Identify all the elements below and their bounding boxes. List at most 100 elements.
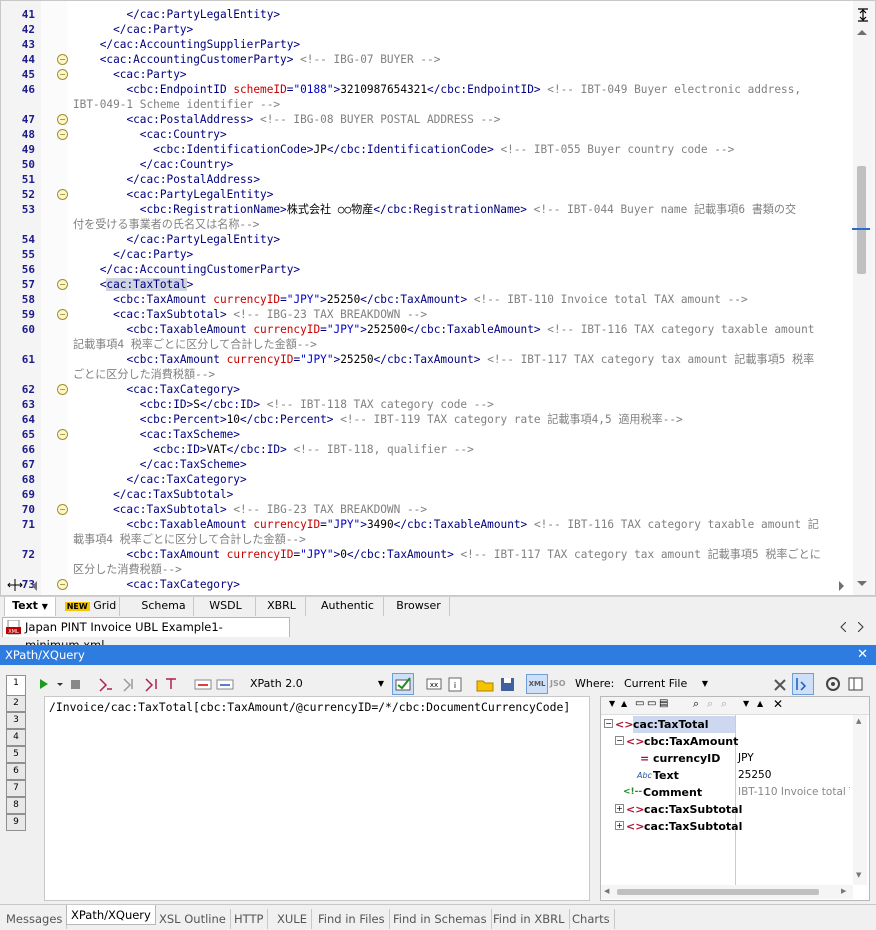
sort-up-icon[interactable]: ▲	[757, 699, 763, 708]
code-line[interactable]: <cbc:IdentificationCode>JP</cbc:Identifi…	[73, 142, 848, 157]
tab-find-in-schemas[interactable]: Find in Schemas	[389, 909, 492, 929]
tab-scroll-right-icon[interactable]	[858, 622, 864, 632]
query-tab-3[interactable]: 3	[6, 712, 26, 729]
expand-box-icon[interactable]: +	[615, 804, 624, 813]
step-over-icon[interactable]	[144, 675, 160, 693]
result-row-taxsubtotal[interactable]: + <> cac:TaxSubtotal	[601, 818, 861, 835]
scroll-down-icon[interactable]	[857, 581, 867, 587]
code-line[interactable]: </cac:PartyLegalEntity>	[73, 232, 848, 247]
open-folder-icon[interactable]	[476, 675, 494, 693]
code-line[interactable]: <cac:Country>	[73, 127, 848, 142]
text-mode-icon[interactable]: xx	[426, 675, 442, 693]
result-row-taxtotal[interactable]: − <> cac:TaxTotal	[601, 716, 861, 733]
document-tab[interactable]: XML Japan PINT Invoice UBL Example1-mini…	[2, 617, 290, 652]
clear-results-icon[interactable]: ✕	[773, 697, 783, 711]
results-vertical-scrollbar[interactable]: ▲ ▼	[853, 715, 867, 885]
xml-text-editor[interactable]: 41 </cac:PartyLegalEntity> 42 </cac:Party…	[0, 0, 876, 596]
json-output-toggle[interactable]: JSO	[550, 675, 572, 693]
code-line[interactable]: <cac:Party>	[73, 67, 848, 82]
code-line[interactable]: <cbc:ID>VAT</cbc:ID> <!-- IBT-118, quali…	[73, 442, 848, 457]
query-tab-4[interactable]: 4	[6, 729, 26, 746]
scroll-up-icon[interactable]	[857, 29, 867, 35]
scroll-left-icon[interactable]: ◀	[604, 887, 609, 895]
tab-http[interactable]: HTTP	[230, 909, 269, 929]
query-tab-5[interactable]: 5	[6, 746, 26, 763]
tab-messages[interactable]: Messages	[2, 909, 68, 929]
query-tab-8[interactable]: 8	[6, 797, 26, 814]
layout-icon[interactable]	[848, 675, 864, 693]
debug-xpath-icon[interactable]	[98, 675, 114, 693]
code-line[interactable]: <cbc:EndpointID schemeID="0188">32109876…	[73, 82, 848, 97]
sort-down-icon[interactable]: ▼	[743, 699, 749, 708]
scrollbar-thumb[interactable]	[617, 889, 819, 895]
xml-output-toggle[interactable]: XML	[526, 674, 548, 694]
split-handle-icon[interactable]	[857, 7, 869, 23]
fold-toggle-icon[interactable]: −	[57, 504, 68, 515]
fold-toggle-icon[interactable]: −	[57, 429, 68, 440]
tab-xsl-outline[interactable]: XSL Outline	[155, 909, 231, 929]
tab-charts[interactable]: Charts	[568, 909, 615, 929]
tab-scroll-left-icon[interactable]	[840, 622, 846, 632]
result-row-attribute[interactable]: = currencyID JPY	[601, 750, 861, 767]
code-line[interactable]: </cac:Party>	[73, 22, 848, 37]
step-into-icon[interactable]	[122, 675, 138, 693]
settings-gear-icon[interactable]	[824, 675, 842, 693]
code-line[interactable]: 区分した消費税額-->	[73, 562, 848, 577]
result-row-text[interactable]: Abc Text 25250	[601, 767, 861, 784]
results-pane[interactable]: ▼ ▲ ▭ ▭ ▤ ⌕ ⌕ ⌕ ▼ ▲ ✕ − <> cac:TaxTotal …	[600, 696, 870, 901]
query-tab-1[interactable]: 1	[6, 675, 26, 695]
chevron-down-icon[interactable]: ▼	[42, 602, 48, 611]
tab-grid-view[interactable]: NEW Grid	[62, 597, 120, 616]
code-line[interactable]: <cac:TaxTotal>	[73, 277, 848, 292]
copy-all-icon[interactable]: ▭	[647, 698, 656, 709]
code-line[interactable]: <cbc:TaxAmount currencyID="JPY">25250</c…	[73, 352, 848, 367]
tools-icon[interactable]	[772, 675, 790, 693]
tab-find-in-files[interactable]: Find in Files	[314, 909, 390, 929]
fold-toggle-icon[interactable]: −	[57, 69, 68, 80]
fold-toggle-icon[interactable]: −	[57, 579, 68, 590]
validate-toggle[interactable]	[392, 673, 414, 695]
collapse-box-icon[interactable]: −	[615, 736, 624, 745]
code-line[interactable]: </cac:AccountingCustomerParty>	[73, 262, 848, 277]
query-tab-9[interactable]: 9	[6, 814, 26, 831]
paste-icon[interactable]: ▤	[659, 698, 668, 709]
xpath-expression-input[interactable]: /Invoice/cac:TaxTotal[cbc:TaxAmount/@cur…	[44, 696, 590, 901]
collapse-all-icon[interactable]: ▼	[609, 699, 615, 708]
scrollbar-thumb[interactable]	[857, 166, 866, 274]
code-line[interactable]: <cac:TaxSubtotal> <!-- IBG-23 TAX BREAKD…	[73, 502, 848, 517]
tab-text-view[interactable]: Text ▼	[4, 597, 56, 616]
query-tab-2[interactable]: 2	[6, 695, 26, 712]
scroll-left-icon[interactable]	[31, 581, 37, 591]
collapse-box-icon[interactable]: −	[604, 719, 613, 728]
code-line[interactable]: <cbc:TaxAmount currencyID="JPY">25250</c…	[73, 292, 848, 307]
where-scope-select[interactable]: Current File ▼	[624, 675, 708, 693]
fold-toggle-icon[interactable]: −	[57, 114, 68, 125]
fold-toggle-icon[interactable]: −	[57, 54, 68, 65]
breakpoint-icon[interactable]	[194, 675, 212, 693]
fold-toggle-icon[interactable]: −	[57, 129, 68, 140]
chevron-down-icon[interactable]: ▼	[702, 675, 708, 693]
scroll-right-icon[interactable]: ▶	[841, 887, 846, 895]
result-mode-toggle[interactable]	[792, 673, 814, 695]
result-row-taxamount[interactable]: − <> cbc:TaxAmount	[601, 733, 861, 750]
tracepoint-icon[interactable]	[216, 675, 234, 693]
close-icon[interactable]: ✕	[857, 645, 868, 665]
xpath-version-select[interactable]: XPath 2.0 ▼	[250, 675, 384, 693]
code-line[interactable]: 記載事項4 税率ごとに区分して合計した金額-->	[73, 337, 848, 352]
code-line[interactable]: </cac:TaxSubtotal>	[73, 487, 848, 502]
tab-browser-view[interactable]: Browser	[388, 597, 450, 616]
result-row-taxsubtotal[interactable]: + <> cac:TaxSubtotal	[601, 801, 861, 818]
find-next-icon[interactable]: ⌕	[707, 697, 713, 711]
find-prev-icon[interactable]: ⌕	[721, 697, 727, 711]
code-line[interactable]: <cbc:ID>S</cbc:ID> <!-- IBT-118 TAX cate…	[73, 397, 848, 412]
code-line[interactable]: </cac:PartyLegalEntity>	[73, 7, 848, 22]
code-line[interactable]: <cac:TaxCategory>	[73, 577, 848, 592]
fold-toggle-icon[interactable]: −	[57, 309, 68, 320]
tab-authentic-view[interactable]: Authentic	[312, 597, 384, 616]
stop-icon[interactable]	[70, 675, 82, 693]
code-line[interactable]: <cbc:TaxableAmount currencyID="JPY">2525…	[73, 322, 848, 337]
code-line[interactable]: </cac:TaxCategory>	[73, 472, 848, 487]
chevron-down-icon[interactable]: ▼	[378, 675, 384, 693]
copy-icon[interactable]: ▭	[635, 698, 644, 709]
scroll-right-icon[interactable]	[839, 581, 845, 591]
